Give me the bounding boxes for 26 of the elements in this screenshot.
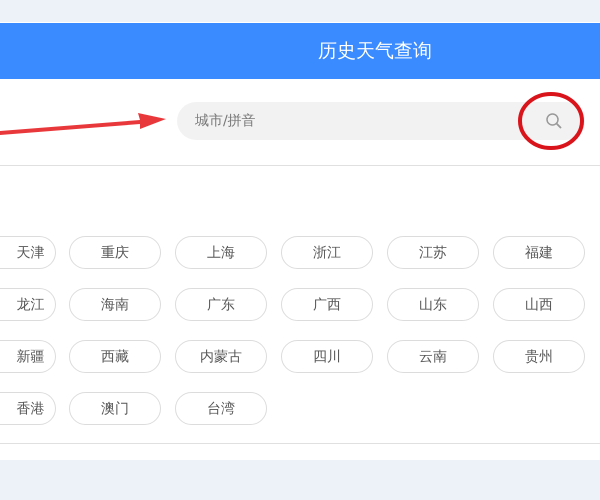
region-button[interactable]: 重庆 (69, 236, 161, 269)
region-button[interactable]: 广西 (281, 288, 373, 321)
page-title: 历史天气查询 (318, 39, 432, 64)
region-button[interactable]: 内蒙古 (175, 340, 267, 373)
region-button[interactable]: 福建 (493, 236, 585, 269)
region-button[interactable]: 云南 (387, 340, 479, 373)
circle-annotation (516, 90, 586, 152)
search-field[interactable]: 城市/拼音 (177, 102, 585, 140)
region-button[interactable]: 江苏 (387, 236, 479, 269)
region-button[interactable]: 新疆 (0, 340, 56, 373)
region-button[interactable]: 山东 (387, 288, 479, 321)
search-input[interactable]: 城市/拼音 (195, 113, 539, 129)
region-button[interactable]: 广东 (175, 288, 267, 321)
region-button[interactable]: 四川 (281, 340, 373, 373)
region-button[interactable]: 台湾 (175, 392, 267, 425)
region-button[interactable]: 浙江 (281, 236, 373, 269)
region-button[interactable]: 西藏 (69, 340, 161, 373)
region-button[interactable]: 山西 (493, 288, 585, 321)
search-icon[interactable] (545, 112, 563, 130)
region-button[interactable]: 上海 (175, 236, 267, 269)
region-button[interactable]: 天津 (0, 236, 56, 269)
region-button[interactable]: 澳门 (69, 392, 161, 425)
region-button[interactable]: 香港 (0, 392, 56, 425)
region-button[interactable]: 贵州 (493, 340, 585, 373)
region-button[interactable]: 龙江 (0, 288, 56, 321)
region-button[interactable]: 海南 (69, 288, 161, 321)
